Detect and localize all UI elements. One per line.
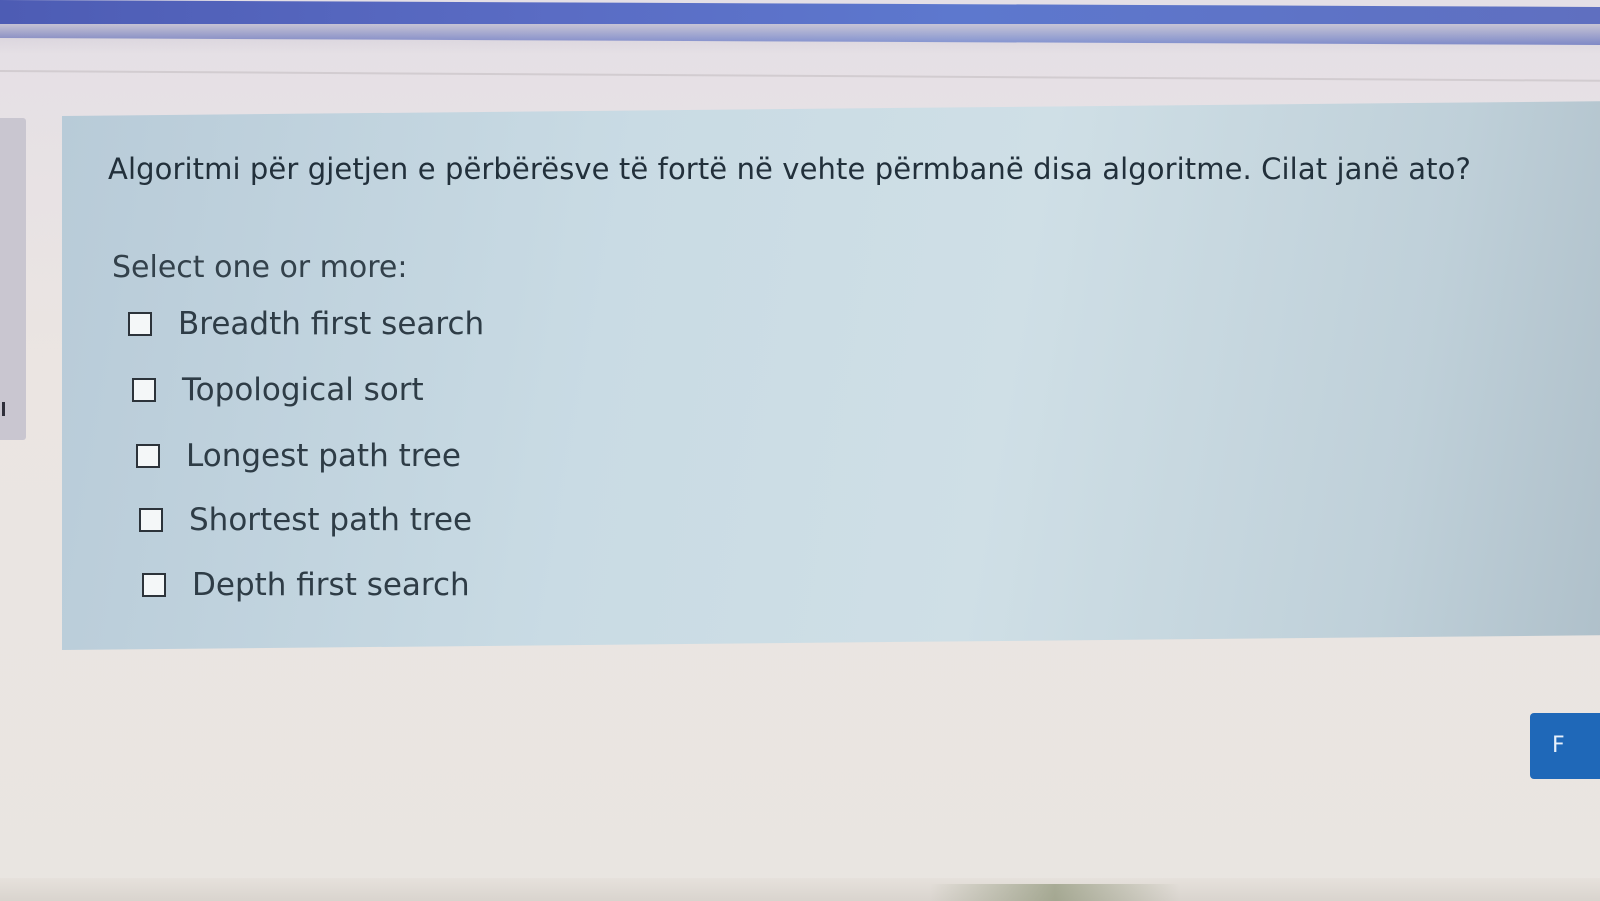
answer-option-breadth-first-search[interactable]: Breadth first search bbox=[128, 306, 484, 342]
answer-option-depth-first-search[interactable]: Depth first search bbox=[142, 567, 470, 603]
drawer-handle-icon bbox=[2, 402, 5, 416]
answer-option-shortest-path-tree[interactable]: Shortest path tree bbox=[139, 502, 472, 538]
quiz-navigation-drawer-tab[interactable] bbox=[0, 118, 26, 440]
answer-checkbox[interactable] bbox=[139, 508, 163, 532]
answer-option-topological-sort[interactable]: Topological sort bbox=[132, 372, 424, 408]
answer-option-label: Breadth first search bbox=[178, 306, 485, 342]
answer-checkbox[interactable] bbox=[128, 312, 152, 336]
answer-option-label: Topological sort bbox=[182, 372, 424, 408]
header-divider bbox=[0, 70, 1600, 82]
background-reflection bbox=[930, 884, 1180, 901]
answer-option-longest-path-tree[interactable]: Longest path tree bbox=[136, 438, 461, 474]
answer-checkbox[interactable] bbox=[136, 444, 160, 468]
next-page-button[interactable]: F bbox=[1530, 713, 1600, 779]
header-shadow bbox=[0, 24, 1600, 54]
answer-checkbox[interactable] bbox=[142, 573, 166, 597]
answer-prompt: Select one or more: bbox=[112, 250, 408, 285]
screen-bottom-edge bbox=[0, 878, 1600, 901]
question-text: Algoritmi për gjetjen e përbërësve të fo… bbox=[108, 152, 1471, 186]
answer-option-label: Shortest path tree bbox=[189, 502, 473, 538]
answer-option-label: Depth first search bbox=[192, 567, 470, 603]
answer-checkbox[interactable] bbox=[132, 378, 156, 402]
answer-option-label: Longest path tree bbox=[186, 438, 461, 474]
